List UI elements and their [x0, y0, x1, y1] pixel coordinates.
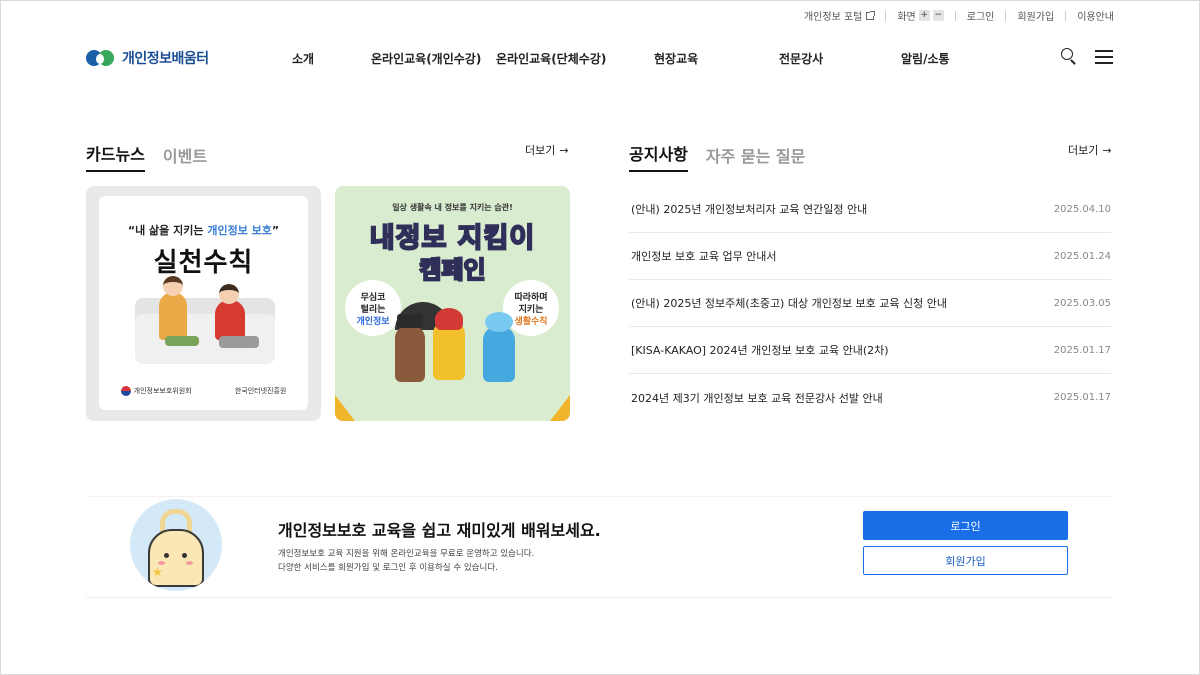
notice-item[interactable]: (안내) 2025년 정보주체(초중고) 대상 개인정보 보호 교육 신청 안내… [629, 280, 1111, 327]
arrow-right-icon: → [1102, 143, 1112, 157]
notice-date: 2025.04.10 [1053, 203, 1111, 215]
card-inner: “내 삶을 지키는 개인정보 보호” 실천수칙 개인정보보호위원회 한국인터넷진… [99, 196, 308, 410]
card-quote: “내 삶을 지키는 개인정보 보호” [127, 224, 280, 237]
util-login-link[interactable]: 로그인 [967, 8, 995, 23]
nav-item-notice-community[interactable]: 알림/소통 [901, 50, 950, 67]
logo-text: 개인정보배움터 [122, 51, 209, 67]
utility-bar: 개인정보 포털 화면 + − 로그인 회원가입 이용안내 [804, 8, 1114, 23]
person-illustration [219, 284, 239, 304]
notice-title: [KISA-KAKAO] 2024년 개인정보 보호 교육 안내(2차) [631, 344, 889, 357]
arrow-right-icon: → [559, 143, 569, 157]
nav-item-instructors[interactable]: 전문강사 [779, 50, 823, 67]
banner-desc-line: 다양한 서비스를 회원가입 및 로그인 후 이용하실 수 있습니다. [278, 563, 498, 573]
nav-item-intro[interactable]: 소개 [292, 50, 314, 67]
person-illustration [165, 336, 199, 346]
speech-bubble-right: 따라하며 지키는 생활수칙 [503, 280, 559, 336]
banner-description: 개인정보보호 교육 지원을 위해 온라인교육을 무료로 운영하고 있습니다. 다… [278, 547, 534, 575]
character-illustration [483, 326, 515, 382]
tab-cardnews[interactable]: 카드뉴스 [86, 141, 145, 172]
nav-item-online-group[interactable]: 온라인교육(단체수강) [496, 50, 606, 67]
person-illustration [159, 292, 187, 340]
notice-title: 2024년 제3기 개인정보 보호 교육 전문강사 선발 안내 [631, 391, 883, 405]
character-illustration [397, 314, 423, 328]
site-logo[interactable]: 개인정보배움터 [86, 48, 209, 68]
util-guide-link[interactable]: 이용안내 [1077, 8, 1114, 23]
notice-date: 2025.01.24 [1053, 250, 1111, 262]
speech-bubble-left: 무심코 털리는 개인정보 [345, 280, 401, 336]
screen-zoom-label: 화면 [897, 12, 916, 23]
tab-event[interactable]: 이벤트 [163, 143, 207, 172]
cardnews-card-campaign[interactable]: 일상 생활속 내 정보를 지키는 습관! 내정보 지킴이 캠페인 무심코 털리는… [335, 186, 570, 421]
person-illustration [219, 336, 259, 348]
login-banner: ★ 개인정보보호 교육을 쉽고 재미있게 배워보세요. 개인정보보호 교육 지원… [86, 496, 1113, 598]
org-name: 한국인터넷진흥원 [234, 387, 287, 395]
person-illustration [215, 300, 245, 340]
screen-zoom: 화면 + − [897, 8, 944, 23]
government-emblem-icon [120, 386, 131, 396]
card-subtitle: 일상 생활속 내 정보를 지키는 습관! [392, 203, 513, 212]
portal-link-label: 개인정보 포털 [803, 12, 863, 23]
mascot-illustration: ★ [130, 499, 222, 591]
divider [1005, 10, 1007, 21]
notice-title: (안내) 2025년 개인정보처리자 교육 연간일정 안내 [631, 203, 868, 216]
decor-triangle [550, 395, 570, 421]
divider [1065, 10, 1067, 21]
nav-item-online-individual[interactable]: 온라인교육(개인수강) [371, 50, 481, 67]
notice-item[interactable]: 2024년 제3기 개인정보 보호 교육 전문강사 선발 안내 2025.01.… [629, 374, 1111, 421]
notice-title: 개인정보 보호 교육 업무 안내서 [631, 250, 777, 263]
more-label: 더보기 [525, 144, 556, 157]
notice-item[interactable]: [KISA-KAKAO] 2024년 개인정보 보호 교육 안내(2차) 202… [629, 327, 1111, 374]
login-button[interactable]: 로그인 [863, 511, 1068, 540]
notice-list: (안내) 2025년 개인정보처리자 교육 연간일정 안내 2025.04.10… [629, 186, 1111, 421]
util-signup-link[interactable]: 회원가입 [1017, 8, 1054, 23]
cardnews-tabs: 카드뉴스 이벤트 [86, 141, 207, 172]
notice-date: 2025.01.17 [1053, 344, 1111, 356]
cardnews-card-practice-rules[interactable]: “내 삶을 지키는 개인정보 보호” 실천수칙 개인정보보호위원회 한국인터넷진… [86, 186, 321, 421]
card-title: 실천수칙 [153, 248, 254, 278]
banner-desc-line: 개인정보보호 교육 지원을 위해 온라인교육을 무료로 운영하고 있습니다. [278, 549, 535, 559]
portal-link[interactable]: 개인정보 포털 [803, 8, 876, 23]
tab-notice[interactable]: 공지사항 [629, 141, 688, 172]
tab-faq[interactable]: 자주 묻는 질문 [706, 143, 805, 172]
banner-title: 개인정보보호 교육을 쉽고 재미있게 배워보세요. [278, 521, 601, 540]
cardnews-more-link[interactable]: 더보기 → [525, 142, 569, 158]
divider [954, 10, 956, 21]
nav-item-onsite[interactable]: 현장교육 [654, 50, 698, 67]
notice-date: 2025.01.17 [1053, 392, 1111, 403]
org-name: 개인정보보호위원회 [133, 387, 192, 395]
notice-more-link[interactable]: 더보기 → [1068, 142, 1112, 158]
notice-date: 2025.03.05 [1053, 297, 1111, 309]
more-label: 더보기 [1068, 144, 1099, 157]
card-org-logos: 개인정보보호위원회 한국인터넷진흥원 [99, 386, 308, 396]
zoom-out-button[interactable]: − [932, 10, 944, 21]
character-illustration [435, 308, 463, 330]
search-icon[interactable] [1060, 47, 1078, 65]
character-illustration [485, 312, 513, 332]
notice-tabs: 공지사항 자주 묻는 질문 [629, 141, 805, 172]
logo-mark-icon [86, 48, 116, 68]
person-illustration [163, 276, 183, 296]
external-link-icon [866, 10, 876, 20]
zoom-in-button[interactable]: + [918, 10, 930, 21]
hamburger-menu-icon[interactable] [1095, 50, 1113, 64]
character-illustration [395, 326, 425, 382]
divider [885, 10, 887, 21]
notice-title: (안내) 2025년 정보주체(초중고) 대상 개인정보 보호 교육 신청 안내 [631, 297, 948, 310]
signup-button[interactable]: 회원가입 [863, 546, 1068, 575]
notice-item[interactable]: 개인정보 보호 교육 업무 안내서 2025.01.24 [629, 233, 1111, 280]
notice-item[interactable]: (안내) 2025년 개인정보처리자 교육 연간일정 안내 2025.04.10 [629, 186, 1111, 233]
decor-triangle [335, 395, 355, 421]
